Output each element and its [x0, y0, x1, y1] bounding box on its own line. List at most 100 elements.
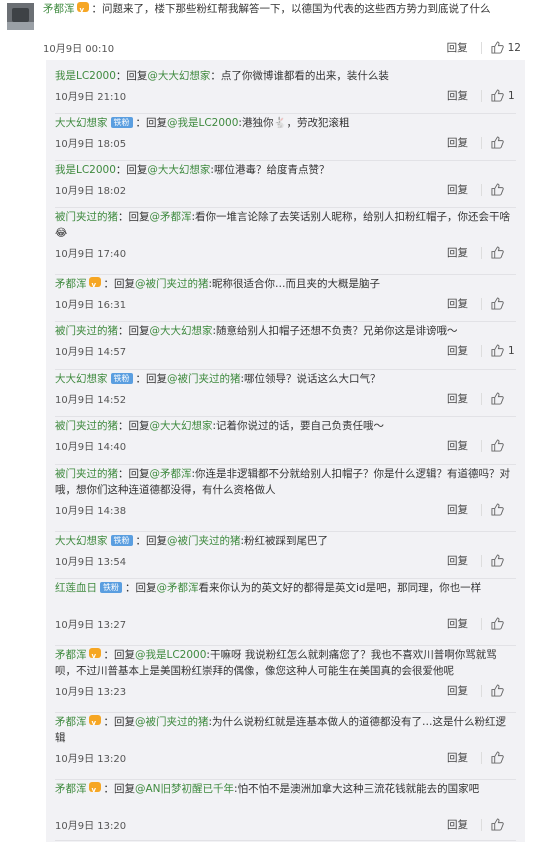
reply-username[interactable]: 大大幻想家	[55, 117, 108, 129]
reply-button[interactable]: 回复	[447, 343, 468, 358]
reply-text: 矛都浑 v ：回复@被门夹过的猪:为什么说粉红就是连基本做人的道德都没有了…这是什么…	[55, 714, 511, 746]
mention-link[interactable]: @大大幻想家	[147, 164, 210, 176]
thumbs-up-icon	[491, 392, 504, 405]
mention-link[interactable]: @大大幻想家	[150, 325, 213, 337]
fan-badge: 铁粉	[110, 117, 133, 128]
reply-verb: ：回复	[135, 373, 168, 385]
reply-body: :昵称很适合你…而且夹的大概是脑子	[208, 278, 381, 290]
reply-text: 红莲血日 铁粉 ：回复@矛都浑看来你认为的英文好的都得是英文id是吧，那同理，你也一…	[55, 580, 511, 596]
mention-link[interactable]: @被门夹过的猪	[167, 535, 241, 547]
comment-time: 10月9日 00:10	[43, 44, 115, 55]
reply-username[interactable]: 矛都浑	[55, 716, 87, 728]
like-button[interactable]: 1	[491, 344, 516, 357]
reply-button[interactable]: 回复	[447, 40, 468, 55]
reply-username[interactable]: 我是LC2000	[55, 70, 116, 82]
reply-button[interactable]: 回复	[447, 553, 468, 568]
comment-username[interactable]: 矛都浑	[43, 3, 75, 15]
reply-verb: ：回复	[103, 278, 136, 290]
mention-link[interactable]: @被门夹过的猪	[167, 373, 241, 385]
reply-verb: ：回复	[103, 716, 136, 728]
divider	[481, 554, 482, 567]
like-button[interactable]: 1	[491, 89, 516, 102]
reply-button[interactable]: 回复	[447, 616, 468, 631]
mention-link[interactable]: @矛都浑	[157, 582, 199, 594]
like-button[interactable]	[491, 297, 516, 310]
vip-crown-icon: v	[88, 715, 102, 727]
mention-link[interactable]: @我是LC2000	[135, 649, 206, 661]
reply-username[interactable]: 我是LC2000	[55, 164, 116, 176]
reply-text: 矛都浑 v ：回复@我是LC2000:干嘛呀 我说粉红怎么就刺痛您了？我也不喜欢川普…	[55, 647, 511, 679]
vip-crown-icon: v	[88, 782, 102, 794]
reply-username[interactable]: 被门夹过的猪	[55, 325, 118, 337]
divider	[55, 113, 516, 114]
reply-actions: 回复	[447, 391, 516, 406]
reply-username[interactable]: 被门夹过的猪	[55, 468, 118, 480]
divider	[55, 416, 516, 417]
mention-link[interactable]: @大大幻想家	[147, 70, 210, 82]
avatar[interactable]	[7, 3, 34, 30]
mention-link[interactable]: @我是LC2000	[167, 117, 238, 129]
reply-button[interactable]: 回复	[447, 750, 468, 765]
like-button[interactable]	[491, 183, 516, 196]
reply-username[interactable]: 矛都浑	[55, 783, 87, 795]
reply-time: 10月9日 16:31	[55, 300, 127, 311]
reply-body: ：点了你微博谁都看的出来，装什么装	[210, 70, 389, 82]
reply-button[interactable]: 回复	[447, 135, 468, 150]
reply-username[interactable]: 被门夹过的猪	[55, 420, 118, 432]
thumbs-up-icon	[491, 344, 504, 357]
reply-text: 被门夹过的猪：回复@大大幻想家:随意给别人扣帽子还想不负责？兄弟你这是诽谤哦～	[55, 323, 511, 339]
reply-username[interactable]: 被门夹过的猪	[55, 211, 118, 223]
mention-link[interactable]: @AN旧梦初醒已千年	[135, 783, 234, 795]
like-button[interactable]	[491, 503, 516, 516]
reply-username[interactable]: 矛都浑	[55, 649, 87, 661]
like-button[interactable]	[491, 246, 516, 259]
reply-button[interactable]: 回复	[447, 296, 468, 311]
reply-body: 看来你认为的英文好的都得是英文id是吧，那同理，你也一样	[198, 582, 482, 594]
like-button[interactable]	[491, 554, 516, 567]
reply-time: 10月9日 18:02	[55, 186, 127, 197]
reply-verb: ：回复	[103, 649, 136, 661]
mention-link[interactable]: @大大幻想家	[150, 420, 213, 432]
reply-actions: 回复	[447, 245, 516, 260]
divider	[481, 439, 482, 452]
divider	[55, 160, 516, 161]
reply-username[interactable]: 红莲血日	[55, 582, 97, 594]
like-button[interactable]	[491, 684, 516, 697]
like-count: 1	[508, 89, 515, 102]
reply-actions: 回复	[447, 135, 516, 150]
reply-username[interactable]: 大大幻想家	[55, 373, 108, 385]
reply-button[interactable]: 回复	[447, 438, 468, 453]
reply-verb: ：回复	[125, 582, 157, 594]
thumbs-up-icon	[491, 183, 504, 196]
reply-button[interactable]: 回复	[447, 502, 468, 517]
mention-link[interactable]: @矛都浑	[150, 211, 192, 223]
like-button[interactable]: 12	[491, 41, 521, 54]
reply-button[interactable]: 回复	[447, 88, 468, 103]
divider	[55, 840, 516, 841]
thumbs-up-icon	[491, 246, 504, 259]
mention-link[interactable]: @被门夹过的猪	[135, 716, 209, 728]
reply-username[interactable]: 矛都浑	[55, 278, 87, 290]
thumbs-up-icon	[491, 684, 504, 697]
divider	[480, 41, 482, 54]
reply-text: 被门夹过的猪：回复@矛都浑:看你一堆言论除了去笑话别人昵称，给别人扣粉红帽子，你…	[55, 209, 511, 241]
reply-button[interactable]: 回复	[447, 817, 468, 832]
mention-link[interactable]: @矛都浑	[150, 468, 192, 480]
like-button[interactable]	[491, 818, 516, 831]
like-button[interactable]	[491, 439, 516, 452]
like-button[interactable]	[491, 136, 516, 149]
mention-link[interactable]: @被门夹过的猪	[135, 278, 209, 290]
divider	[481, 751, 482, 764]
reply-button[interactable]: 回复	[447, 391, 468, 406]
reply-button[interactable]: 回复	[447, 683, 468, 698]
divider	[55, 274, 516, 275]
reply-username[interactable]: 大大幻想家	[55, 535, 108, 547]
reply-button[interactable]: 回复	[447, 245, 468, 260]
thumbs-up-icon	[491, 41, 504, 54]
like-button[interactable]	[491, 617, 516, 630]
like-button[interactable]	[491, 751, 516, 764]
reply-text: 被门夹过的猪：回复@大大幻想家:记着你说过的话，要自己负责任哦～	[55, 418, 511, 434]
reply-button[interactable]: 回复	[447, 182, 468, 197]
reply-time: 10月9日 21:10	[55, 92, 127, 103]
like-button[interactable]	[491, 392, 516, 405]
